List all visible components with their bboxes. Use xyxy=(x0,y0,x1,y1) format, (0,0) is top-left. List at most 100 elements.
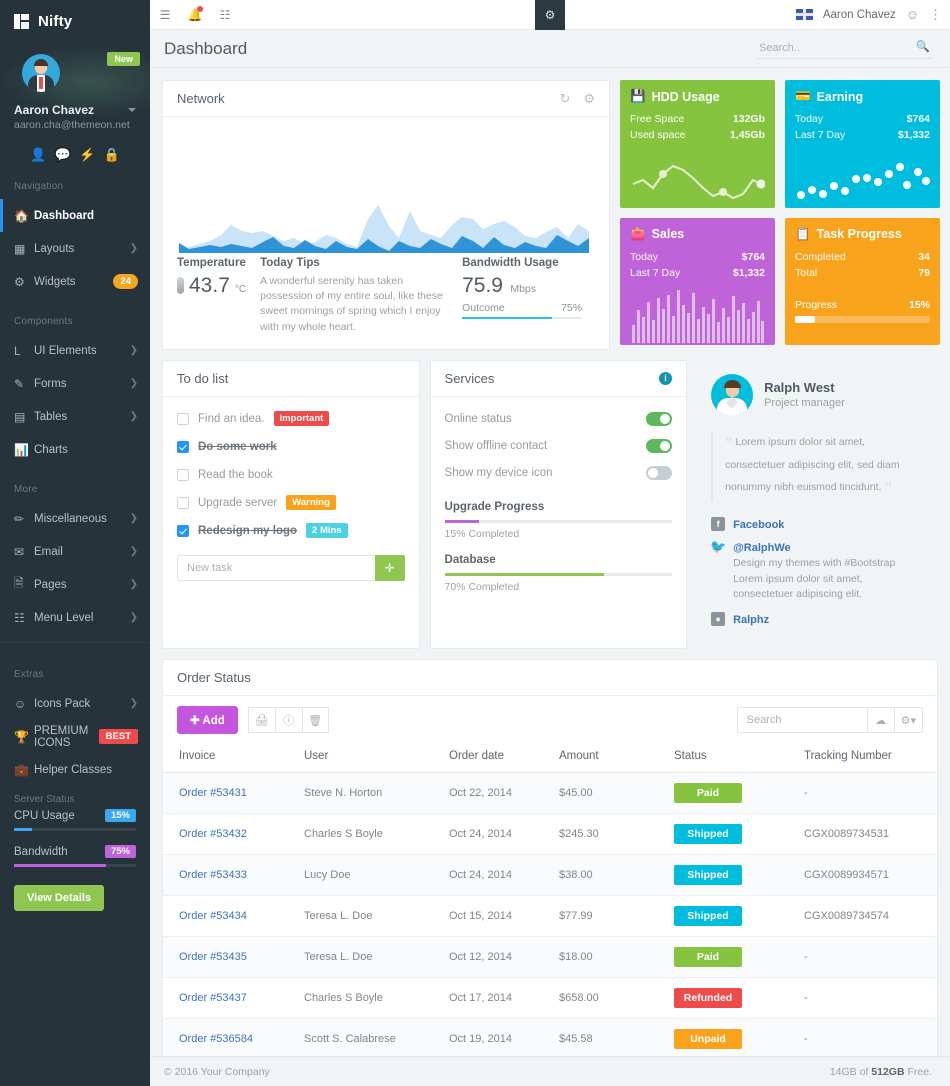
sidebar-item-widgets[interactable]: ⚙ Widgets 24 xyxy=(0,265,150,298)
sidebar-item-menu-level[interactable]: ☷ Menu Level ❯ xyxy=(0,601,150,634)
social-facebook[interactable]: f Facebook xyxy=(711,516,924,531)
chat-icon[interactable]: 💬 xyxy=(55,147,71,163)
sidebar-item-layouts[interactable]: ▦ Layouts ❯ xyxy=(0,232,150,265)
invoice-link[interactable]: Order #53437 xyxy=(179,992,247,1004)
social-twitter-link[interactable]: @RalphWe xyxy=(733,542,791,554)
sidebar-item-miscellaneous[interactable]: ✏ Miscellaneous ❯ xyxy=(0,502,150,535)
user-avatar-icon[interactable]: ☺ xyxy=(906,7,919,22)
social-github[interactable]: ● Ralphz xyxy=(711,612,924,626)
service-row-online-status[interactable]: Online status xyxy=(445,406,673,433)
search-icon[interactable]: 🔍 xyxy=(916,40,930,53)
bolt-icon[interactable]: ⚡ xyxy=(79,147,95,163)
add-task-button[interactable]: ✛ xyxy=(374,554,405,581)
user-icon[interactable]: 👤 xyxy=(30,147,46,163)
sidebar-item-label: Icons Pack xyxy=(34,697,91,710)
task-progress-widget[interactable]: 📋 Task Progress Completed 34 Total 79 Pr… xyxy=(785,217,940,346)
table-row[interactable]: Order #53437 Charles S Boyle Oct 17, 201… xyxy=(163,977,937,1019)
sidebar-item-email[interactable]: ✉ Email ❯ xyxy=(0,535,150,568)
order-search-input[interactable] xyxy=(736,707,867,733)
invoice-link[interactable]: Order #536584 xyxy=(179,1033,253,1045)
sidebar-item-tables[interactable]: ▤ Tables ❯ xyxy=(0,400,150,433)
todo-item[interactable]: Do some work xyxy=(177,433,405,461)
todo-item[interactable]: Find an idea. Important xyxy=(177,405,405,433)
todo-checkbox[interactable] xyxy=(177,440,189,453)
social-github-link[interactable]: Ralphz xyxy=(733,614,769,626)
sidebar-item-forms[interactable]: ✎ Forms ❯ xyxy=(0,367,150,400)
cloud-icon[interactable]: ☁ xyxy=(866,707,894,733)
service-row-show-device-icon[interactable]: Show my device icon xyxy=(445,460,673,487)
sales-today-value: $764 xyxy=(741,250,765,263)
view-details-button[interactable]: View Details xyxy=(14,885,104,911)
wallet-icon: 💳 xyxy=(795,89,811,103)
earning-widget[interactable]: 💳 Earning Today $764 Last 7 Day $1,332 xyxy=(785,80,940,208)
todo-item[interactable]: Upgrade server Warning xyxy=(177,489,405,517)
todo-checkbox[interactable] xyxy=(177,468,189,481)
brand[interactable]: Nifty xyxy=(0,6,150,36)
task-progress-bar xyxy=(795,316,930,324)
topbar-username[interactable]: Aaron Chavez xyxy=(823,9,896,21)
print-icon[interactable]: 🖨 xyxy=(247,707,275,733)
todo-checkbox[interactable] xyxy=(177,496,189,509)
invoice-link[interactable]: Order #53432 xyxy=(179,828,247,840)
trash-icon[interactable]: 🗑 xyxy=(301,707,329,733)
invoice-link[interactable]: Order #53433 xyxy=(179,869,247,881)
invoice-link[interactable]: Order #53431 xyxy=(179,787,247,799)
grid-icon[interactable]: ☷ xyxy=(210,0,240,30)
sidebar-item-helper-classes[interactable]: 💼 Helper Classes xyxy=(0,753,150,786)
sidebar-item-charts[interactable]: 📊 Charts xyxy=(0,433,150,466)
sales-widget[interactable]: 👛 Sales Today $764 Last 7 Day $1,332 xyxy=(620,217,775,346)
bell-icon[interactable]: 🔔 xyxy=(180,0,210,30)
info-icon[interactable]: i xyxy=(659,371,673,385)
sidebar-item-label: Tables xyxy=(34,410,68,423)
settings-dropdown-icon[interactable]: ⚙▾ xyxy=(893,707,923,733)
cell-invoice[interactable]: Order #53437 xyxy=(163,977,298,1019)
social-twitter[interactable]: 🐦 @RalphWe Design my themes with #Bootst… xyxy=(710,539,924,603)
cell-invoice[interactable]: Order #53435 xyxy=(163,936,298,978)
todo-checkbox[interactable] xyxy=(177,412,189,425)
sidebar: Nifty New Aaron Chavez aaron.cha@themeon… xyxy=(0,0,150,1086)
lock-icon[interactable]: 🔒 xyxy=(104,147,120,163)
cell-invoice[interactable]: Order #53434 xyxy=(163,895,298,937)
uk-flag-icon[interactable] xyxy=(795,9,813,20)
todo-item[interactable]: Redesign my logo 2 Mins xyxy=(177,517,405,545)
hdd-usage-widget[interactable]: 💾 HDD Usage Free Space 132Gb Used space … xyxy=(620,80,775,208)
social-facebook-link[interactable]: Facebook xyxy=(733,519,784,531)
todo-item[interactable]: Read the book xyxy=(177,461,405,489)
new-task-input[interactable] xyxy=(177,554,375,581)
sidebar-item-premium-icons[interactable]: 🏆 PREMIUM ICONS BEST xyxy=(0,720,150,753)
sidebar-item-icons-pack[interactable]: ☺ Icons Pack ❯ xyxy=(0,687,150,720)
sidebar-item-dashboard[interactable]: 🏠 Dashboard xyxy=(0,199,150,232)
search-input[interactable] xyxy=(757,38,932,59)
sidebar-item-ui-elements[interactable]: L UI Elements ❯ xyxy=(0,334,150,367)
profile-card-identity: Ralph West Project manager xyxy=(764,380,845,409)
cell-invoice[interactable]: Order #53433 xyxy=(163,854,298,896)
cell-invoice[interactable]: Order #53431 xyxy=(163,772,298,814)
refresh-icon[interactable]: ↻ xyxy=(559,91,570,107)
profile-name-row[interactable]: Aaron Chavez xyxy=(14,103,136,117)
show-offline-contact-toggle[interactable] xyxy=(646,439,673,454)
todo-checkbox[interactable] xyxy=(177,524,189,537)
table-row[interactable]: Order #53434 Teresa L. Doe Oct 15, 2014 … xyxy=(163,895,937,937)
more-vertical-icon[interactable]: ⋮ xyxy=(929,7,942,23)
table-row[interactable]: Order #53431 Steve N. Horton Oct 22, 201… xyxy=(163,772,937,814)
cell-invoice[interactable]: Order #536584 xyxy=(163,1018,298,1056)
network-footer: Temperature 43.7 °C Today Tips A wonderf… xyxy=(163,247,609,349)
sidebar-item-pages[interactable]: 🗎 Pages ❯ xyxy=(0,568,150,601)
table-row[interactable]: Order #53435 Teresa L. Doe Oct 12, 2014 … xyxy=(163,936,937,978)
add-button[interactable]: ✚ Add xyxy=(177,706,238,734)
info-icon[interactable]: ⓘ xyxy=(274,707,302,733)
menu-toggle-icon[interactable]: ☰ xyxy=(150,0,180,30)
show-device-icon-toggle[interactable] xyxy=(646,466,673,481)
invoice-link[interactable]: Order #53435 xyxy=(179,951,247,963)
service-row-show-offline-contact[interactable]: Show offline contact xyxy=(445,433,673,460)
table-row[interactable]: Order #53433 Lucy Doe Oct 24, 2014 $38.0… xyxy=(163,854,937,896)
hdd-usage-title: HDD Usage xyxy=(651,89,720,104)
gear-icon[interactable]: ⚙ xyxy=(535,0,565,30)
cell-invoice[interactable]: Order #53432 xyxy=(163,813,298,855)
gear-icon[interactable]: ⚙ xyxy=(583,91,595,107)
invoice-link[interactable]: Order #53434 xyxy=(179,910,247,922)
task-progress-label: Progress xyxy=(795,299,838,312)
online-status-toggle[interactable] xyxy=(646,412,673,427)
table-row[interactable]: Order #53432 Charles S Boyle Oct 24, 201… xyxy=(163,813,937,855)
table-row[interactable]: Order #536584 Scott S. Calabrese Oct 19,… xyxy=(163,1018,937,1056)
